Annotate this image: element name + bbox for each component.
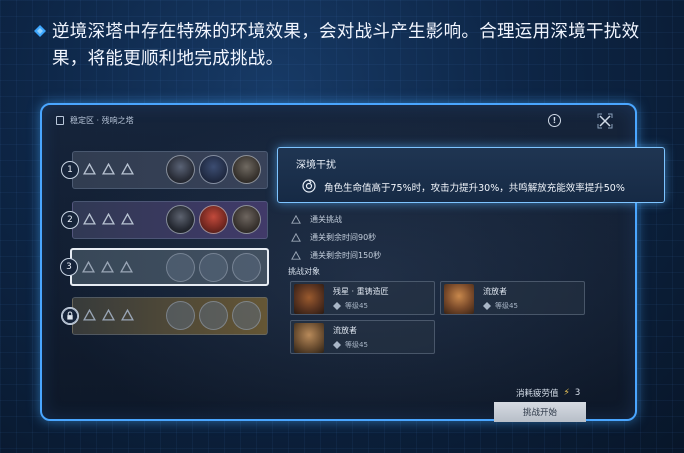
enemy-portrait: [444, 284, 474, 314]
lock-icon: [61, 307, 79, 325]
warning-triangle-icon: [291, 232, 301, 242]
goal-item: 通关挑战: [291, 210, 381, 228]
lightning-icon: ⚡: [563, 388, 570, 398]
empty-avatar-slot: [166, 301, 195, 330]
empty-avatar-slot: [199, 253, 228, 282]
warning-triangle-icon: [83, 163, 96, 175]
warning-triangle-icon: [121, 213, 134, 225]
warning-triangle-icon: [102, 213, 115, 225]
enemy-card[interactable]: 流放者 等级45: [290, 320, 435, 354]
enemy-avatar: [166, 155, 195, 184]
floor-2[interactable]: 2: [61, 201, 268, 239]
enemy-avatar: [199, 155, 228, 184]
diamond-bullet-icon: [34, 25, 46, 37]
warning-triangle-icon: [291, 214, 301, 224]
empty-avatar-slot: [232, 301, 261, 330]
enemy-portrait: [294, 284, 324, 314]
cost-value: 3: [574, 388, 581, 398]
enemy-level: 等级45: [345, 341, 368, 349]
enemy-name: 流放者: [333, 326, 357, 335]
info-icon[interactable]: !: [548, 114, 561, 127]
floor-number: 2: [61, 211, 79, 229]
enemy-card[interactable]: 流放者 等级45: [440, 281, 585, 315]
headline-text: 逆境深塔中存在特殊的环境效果，会对战斗产生影响。合理运用深境干扰效果，将能更顺利…: [52, 22, 640, 69]
empty-avatar-slot: [199, 301, 228, 330]
empty-avatar-slot: [232, 253, 261, 282]
warning-triangle-icon: [101, 261, 114, 273]
floor-3[interactable]: 3: [60, 248, 269, 286]
tooltip-title: 深境干扰: [296, 160, 336, 171]
empty-avatar-slot: [166, 253, 195, 282]
enemy-portrait: [294, 323, 324, 353]
warning-triangle-icon: [83, 309, 96, 321]
start-challenge-button[interactable]: 挑战开始: [494, 402, 586, 422]
warning-triangle-icon: [102, 309, 115, 321]
enemy-level: 等级45: [345, 302, 368, 310]
warning-triangle-icon: [83, 213, 96, 225]
floor-4-locked[interactable]: [61, 297, 268, 335]
stamina-cost: 消耗疲劳值 ⚡ 3: [516, 387, 580, 399]
enemies-title: 挑战对象: [288, 267, 320, 276]
headline: 逆境深塔中存在特殊的环境效果，会对战斗产生影响。合理运用深境干扰效果，将能更顺利…: [34, 19, 654, 73]
enemy-avatar: [232, 205, 261, 234]
warning-triangle-icon: [120, 261, 133, 273]
floor-number: 1: [61, 161, 79, 179]
enemy-avatar: [232, 155, 261, 184]
warning-triangle-icon: [102, 163, 115, 175]
warning-triangle-icon: [291, 250, 301, 260]
interference-tooltip: 深境干扰 角色生命值高于75%时，攻击力提升30%，共鸣解放充能效率提升50%: [277, 147, 665, 203]
warning-triangle-icon: [82, 261, 95, 273]
close-icon[interactable]: [597, 113, 613, 129]
breadcrumb: 稳定区 · 残响之塔: [56, 115, 134, 126]
goal-item: 通关剩余时间90秒: [291, 228, 381, 246]
enemy-name: 残星 · 重铸造匠: [333, 287, 389, 296]
enemy-name: 流放者: [483, 287, 507, 296]
cost-label: 消耗疲劳值: [516, 389, 559, 399]
level-icon: [333, 302, 341, 310]
breadcrumb-text: 稳定区 · 残响之塔: [70, 116, 134, 125]
level-icon: [333, 341, 341, 349]
warning-triangle-icon: [121, 309, 134, 321]
level-icon: [483, 302, 491, 310]
bookmark-icon: [56, 116, 64, 125]
warning-triangle-icon: [121, 163, 134, 175]
interference-effect-icon: [302, 179, 316, 193]
enemy-avatar: [199, 205, 228, 234]
floor-number: 3: [60, 258, 78, 276]
goal-item: 通关剩余时间150秒: [291, 246, 381, 264]
challenge-goals: 通关挑战 通关剩余时间90秒 通关剩余时间150秒: [291, 210, 381, 264]
enemy-avatar: [166, 205, 195, 234]
enemy-level: 等级45: [495, 302, 518, 310]
tooltip-effect-text: 角色生命值高于75%时，攻击力提升30%，共鸣解放充能效率提升50%: [324, 183, 625, 194]
enemy-card[interactable]: 残星 · 重铸造匠 等级45: [290, 281, 435, 315]
floor-1[interactable]: 1: [61, 151, 268, 189]
